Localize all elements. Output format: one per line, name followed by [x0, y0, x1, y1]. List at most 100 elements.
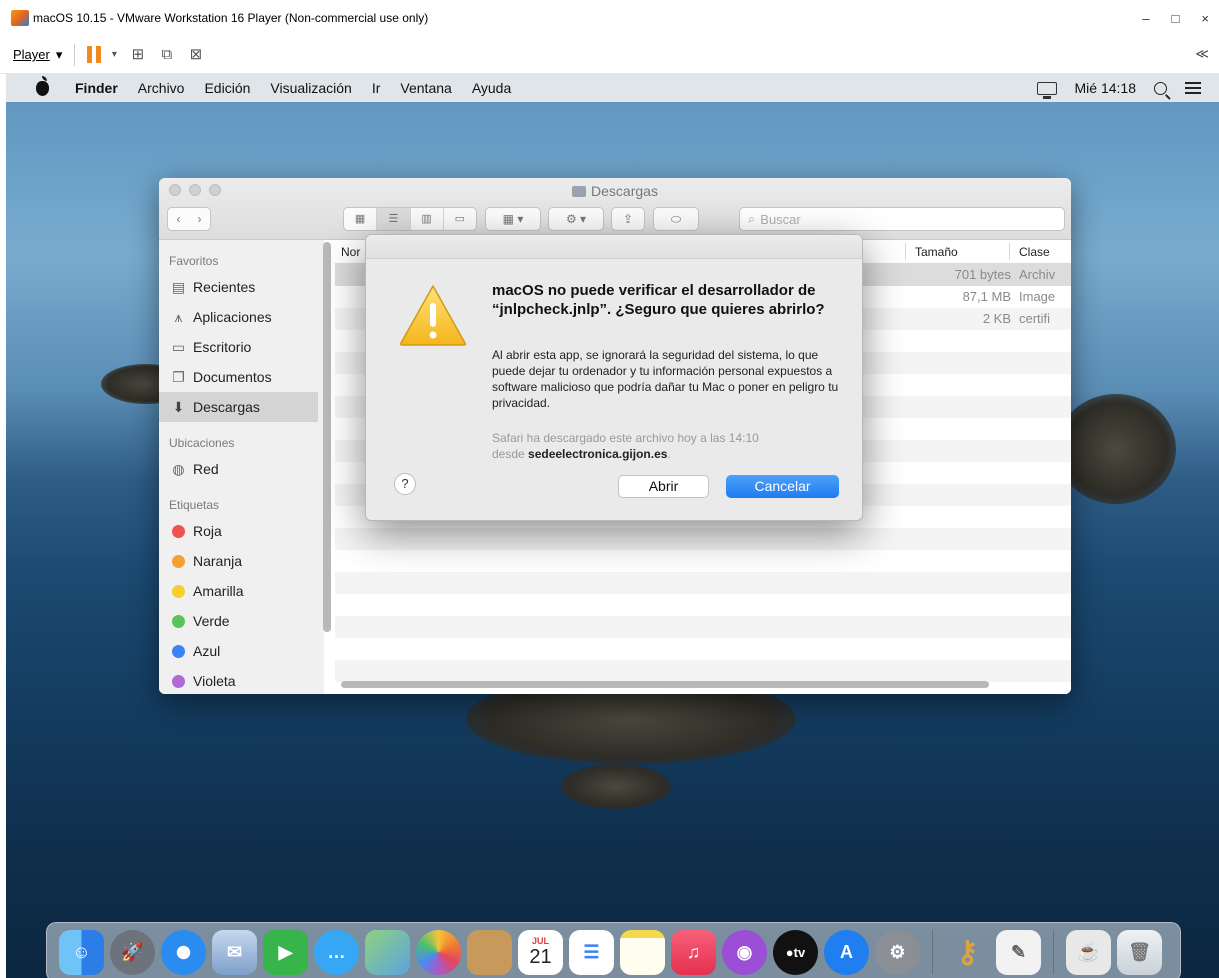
- player-menu[interactable]: Player ▾: [13, 47, 62, 63]
- fit-guest-icon[interactable]: ⧉: [158, 46, 175, 63]
- calendar-icon[interactable]: JUL 21: [518, 929, 563, 975]
- notification-center-icon[interactable]: [1185, 82, 1201, 94]
- network-icon: ◍: [172, 460, 185, 477]
- trash-icon[interactable]: 🗑: [1117, 929, 1162, 975]
- pause-dropdown-icon[interactable]: ▾: [109, 46, 119, 63]
- sidebar-item-tag-naranja[interactable]: Naranja: [159, 546, 324, 576]
- forward-button[interactable]: ›: [189, 212, 210, 226]
- back-button[interactable]: ‹: [168, 212, 189, 226]
- facetime-icon[interactable]: ▶: [263, 929, 308, 975]
- search-icon: ⌕: [748, 211, 756, 226]
- app-store-icon[interactable]: A: [824, 929, 869, 975]
- spotlight-search-icon[interactable]: [1154, 81, 1167, 95]
- sidebar-item-tag-azul[interactable]: Azul: [159, 636, 324, 666]
- toolbar-divider: [74, 43, 76, 66]
- column-view-button[interactable]: ▥: [411, 208, 444, 230]
- download-info: Safari ha descargado este archivo hoy a …: [492, 431, 759, 445]
- sidebar-item-label: Documentos: [193, 369, 272, 385]
- sidebar-item-label: Naranja: [193, 553, 243, 569]
- reminders-icon[interactable]: ☰: [569, 929, 614, 975]
- music-icon[interactable]: ♫: [671, 929, 716, 975]
- sidebar-item-descargas[interactable]: ⬇ Descargas: [159, 392, 318, 422]
- sidebar-item-tag-verde[interactable]: Verde: [159, 606, 324, 636]
- menu-ventana[interactable]: Ventana: [400, 80, 451, 96]
- menubar-status-area: Mié 14:18: [1036, 80, 1201, 99]
- send-ctrl-alt-del-icon[interactable]: ⊞: [129, 46, 146, 63]
- sidebar-item-label: Aplicaciones: [193, 309, 272, 325]
- podcasts-icon[interactable]: ◉: [722, 929, 767, 975]
- column-header-name[interactable]: Nor: [341, 245, 360, 259]
- contacts-icon[interactable]: [467, 929, 512, 975]
- column-header-size[interactable]: Tamaño: [915, 245, 958, 259]
- menu-ayuda[interactable]: Ayuda: [472, 80, 511, 96]
- group-by-button[interactable]: ▦ ▾: [485, 207, 541, 231]
- island-graphic: [561, 764, 671, 809]
- action-gear-button[interactable]: ⚙ ▾: [548, 207, 604, 231]
- sidebar-item-label: Verde: [193, 613, 230, 629]
- calendar-month: JUL: [531, 935, 549, 946]
- recents-icon: ▤: [171, 278, 186, 295]
- collapse-toolbar-icon[interactable]: ≪: [1195, 46, 1209, 62]
- search-input[interactable]: ⌕ Buscar: [739, 207, 1065, 231]
- sidebar-item-escritorio[interactable]: ▭ Escritorio: [159, 332, 324, 362]
- keychain-access-icon[interactable]: ⚷: [945, 930, 990, 975]
- finder-title: Descargas: [159, 183, 1071, 199]
- download-domain: sedeelectronica.gijon.es: [528, 447, 668, 461]
- messages-icon[interactable]: …: [314, 929, 359, 975]
- sidebar-item-tag-violeta[interactable]: Violeta: [159, 666, 324, 694]
- help-button[interactable]: ?: [394, 473, 416, 495]
- menubar-clock[interactable]: Mié 14:18: [1075, 80, 1136, 96]
- textedit-icon[interactable]: ✎: [996, 929, 1041, 975]
- sidebar-scrollbar[interactable]: [323, 242, 331, 632]
- menu-ir[interactable]: Ir: [372, 80, 381, 96]
- apple-menu-icon[interactable]: [36, 75, 49, 96]
- close-button[interactable]: ×: [1201, 11, 1209, 26]
- system-preferences-icon[interactable]: ⚙: [875, 929, 920, 975]
- documents-icon: ❐: [172, 368, 185, 385]
- file-size: 2 KB: [982, 311, 1011, 326]
- alert-sheet-header: [366, 235, 862, 259]
- finder-icon[interactable]: ☺: [59, 929, 104, 975]
- sidebar-item-red[interactable]: ◍ Red: [159, 454, 324, 484]
- vmware-toolbar: Player ▾ ▾ ⊞ ⧉ ⊠ ≪: [0, 36, 1219, 74]
- menu-finder[interactable]: Finder: [75, 80, 118, 96]
- notes-icon[interactable]: [620, 929, 665, 975]
- column-header-kind[interactable]: Clase: [1019, 245, 1050, 259]
- open-button[interactable]: Abrir: [618, 475, 709, 498]
- menu-edicion[interactable]: Edición: [204, 80, 250, 96]
- sidebar-item-tag-roja[interactable]: Roja: [159, 516, 324, 546]
- column-divider: [905, 243, 906, 260]
- sidebar-item-documentos[interactable]: ❐ Documentos: [159, 362, 324, 392]
- maximize-button[interactable]: □: [1172, 11, 1180, 26]
- horizontal-scrollbar[interactable]: [341, 681, 989, 688]
- sidebar-item-tag-amarilla[interactable]: Amarilla: [159, 576, 324, 606]
- icon-view-button[interactable]: ▦: [344, 208, 378, 230]
- photos-icon[interactable]: [416, 929, 461, 975]
- mail-icon[interactable]: ✉: [212, 929, 257, 975]
- dock: ☺ 🚀 ✉ ▶ … JUL 21 ☰ ♫ ◉ ● tv A ⚙ ⚷ ✎ ☕ 🗑: [46, 922, 1181, 978]
- menu-visualizacion[interactable]: Visualización: [270, 80, 351, 96]
- airplay-display-icon[interactable]: [1036, 81, 1057, 99]
- sidebar-item-label: Roja: [193, 523, 222, 539]
- cancel-button[interactable]: Cancelar: [726, 475, 839, 498]
- menu-archivo[interactable]: Archivo: [138, 80, 185, 96]
- edit-tags-button[interactable]: ⬭: [653, 207, 699, 231]
- safari-icon[interactable]: [161, 929, 206, 975]
- jnlp-file-icon[interactable]: ☕: [1066, 929, 1111, 975]
- empty-row: [335, 594, 1071, 616]
- sidebar-section-favorites: Favoritos: [169, 254, 219, 268]
- purple-tag-dot-icon: [172, 674, 185, 688]
- unity-mode-icon[interactable]: ⊠: [187, 46, 204, 63]
- file-kind: Archiv: [1019, 267, 1056, 282]
- minimize-button[interactable]: –: [1142, 11, 1149, 26]
- sidebar-item-aplicaciones[interactable]: ⩚ Aplicaciones: [159, 302, 324, 332]
- pause-button[interactable]: [87, 46, 102, 63]
- empty-row: [335, 660, 1071, 682]
- list-view-button[interactable]: ☰: [377, 208, 411, 230]
- share-button[interactable]: ⇪: [611, 207, 645, 231]
- sidebar-item-recientes[interactable]: ▤ Recientes: [159, 272, 324, 302]
- tv-icon[interactable]: ● tv: [773, 929, 818, 975]
- gallery-view-button[interactable]: ▭: [444, 208, 476, 230]
- launchpad-icon[interactable]: 🚀: [110, 929, 155, 975]
- maps-icon[interactable]: [365, 929, 410, 975]
